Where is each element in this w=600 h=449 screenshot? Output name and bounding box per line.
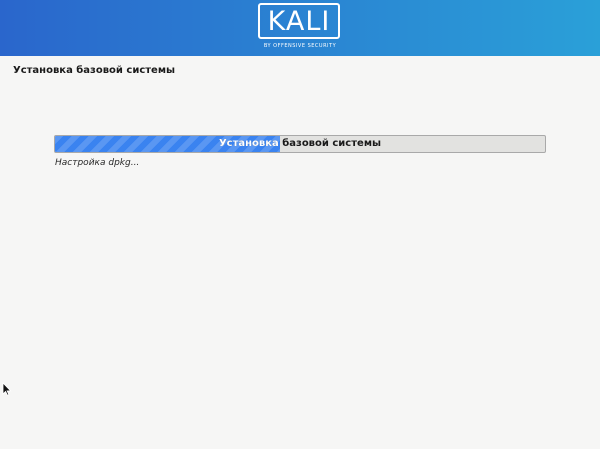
progress-bar: Установка базовой системы Установка базо…	[54, 135, 546, 153]
logo-text: KALI	[267, 6, 331, 37]
progress-label-overlay-text: Установка базовой системы	[218, 138, 280, 149]
header-banner: KALI BY OFFENSIVE SECURITY	[0, 0, 600, 56]
status-text: Настройка dpkg...	[55, 158, 140, 168]
progress-label-overlay: Установка базовой системы	[55, 136, 280, 152]
kali-logo: KALI	[258, 3, 340, 39]
page-title: Установка базовой системы	[13, 65, 176, 76]
logo-subtitle: BY OFFENSIVE SECURITY	[263, 43, 337, 49]
mouse-pointer-icon	[2, 382, 12, 396]
